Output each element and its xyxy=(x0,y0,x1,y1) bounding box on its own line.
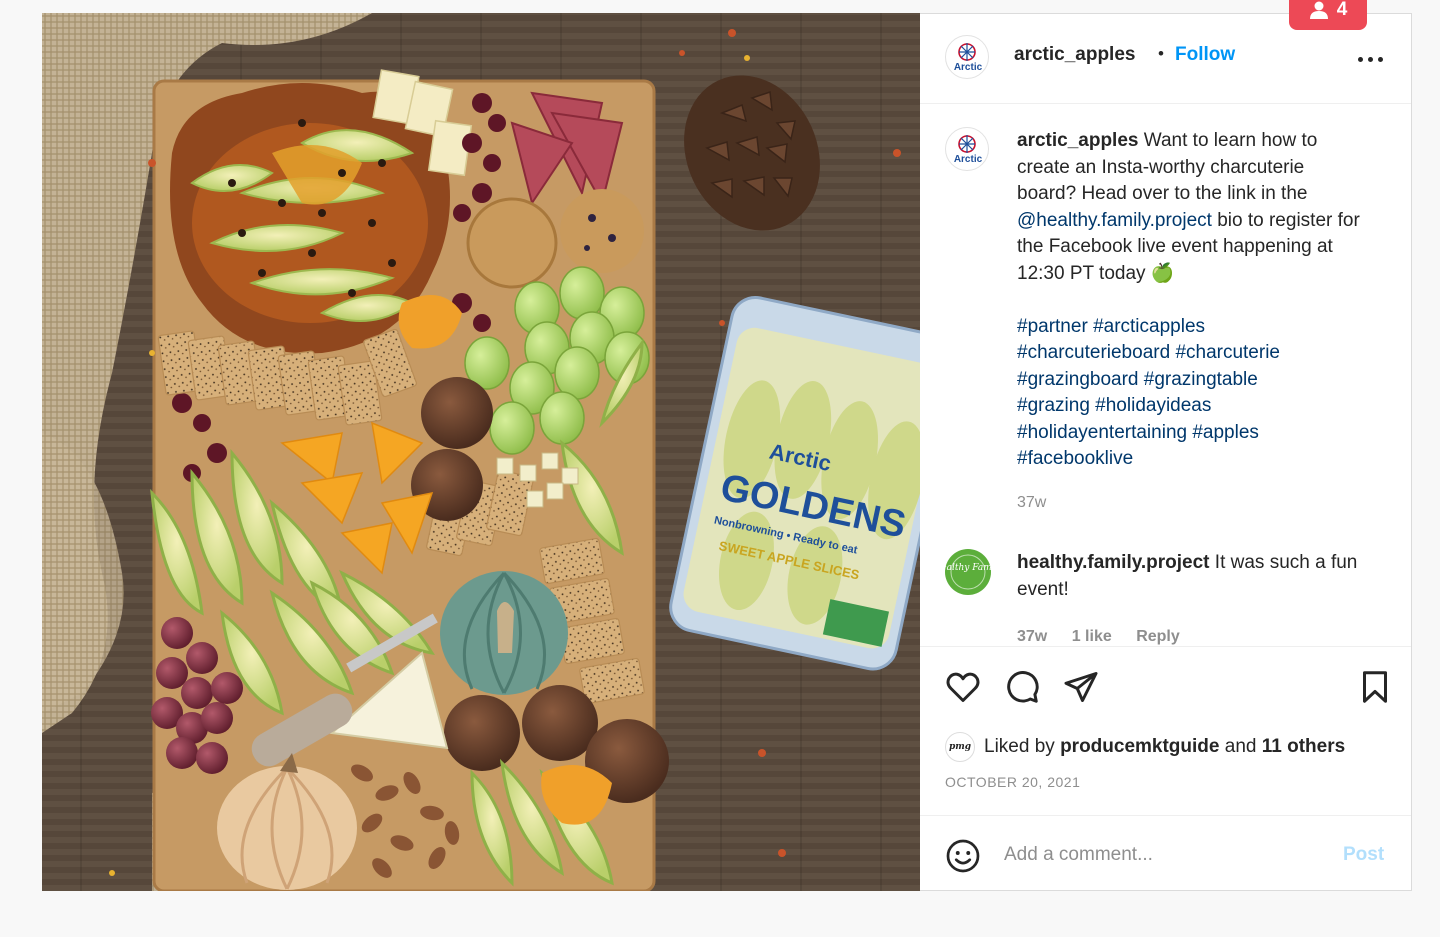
hashtag-link[interactable]: #charcuterie xyxy=(1175,342,1280,363)
hashtag-link[interactable]: #facebooklive xyxy=(1017,448,1133,469)
notification-count: 4 xyxy=(1336,0,1348,20)
post-actions: pmg Liked by producemktguide and 11 othe… xyxy=(920,646,1411,817)
comment-meta: 37w 1 like Reply xyxy=(1017,628,1200,646)
commenter-avatar[interactable]: Healthy Family xyxy=(945,549,991,595)
hashtag-link[interactable]: #grazing xyxy=(1017,395,1090,416)
share-icon[interactable] xyxy=(1063,669,1099,705)
likes-prefix: Liked by xyxy=(984,736,1055,757)
comment-likes[interactable]: 1 like xyxy=(1072,628,1112,645)
arctic-logo-icon: Arctic xyxy=(954,43,983,73)
svg-text:Healthy Family: Healthy Family xyxy=(945,563,991,573)
comment-input[interactable] xyxy=(1002,836,1326,874)
caption-hashtags: #partner #arcticapples #charcuterieboard… xyxy=(1017,314,1367,473)
hashtag-link[interactable]: #holidayideas xyxy=(1095,395,1211,416)
comment-icon[interactable] xyxy=(1004,669,1040,705)
post-photo[interactable]: Arctic GOLDENS Nonbrowning • Ready to ea… xyxy=(42,13,920,891)
hashtag-link[interactable]: #grazingtable xyxy=(1144,369,1258,390)
smiley-icon[interactable] xyxy=(945,838,981,874)
author-avatar[interactable]: Arctic xyxy=(945,35,989,79)
hashtag-link[interactable]: #partner xyxy=(1017,316,1088,337)
charcuterie-board-illustration: Arctic GOLDENS Nonbrowning • Ready to ea… xyxy=(42,13,920,891)
hashtag-link[interactable]: #holidayentertaining xyxy=(1017,422,1187,443)
liker-username[interactable]: producemktguide xyxy=(1060,736,1219,758)
post-date[interactable]: OCTOBER 20, 2021 xyxy=(945,774,1080,790)
notification-badge[interactable]: 4 xyxy=(1289,0,1367,30)
comment-reply-button[interactable]: Reply xyxy=(1136,628,1180,645)
post-detail-panel: Arctic arctic_apples • Follow Arctic arc… xyxy=(920,13,1412,891)
healthy-family-logo-icon: Healthy Family xyxy=(945,550,991,594)
hashtag-link[interactable]: #apples xyxy=(1192,422,1259,443)
hashtag-link[interactable]: #charcuterieboard xyxy=(1017,342,1170,363)
add-comment-bar: Post xyxy=(920,815,1411,892)
bookmark-icon[interactable] xyxy=(1357,669,1393,705)
user-icon xyxy=(1309,1,1328,19)
caption-avatar[interactable]: Arctic xyxy=(945,127,989,171)
comment-timestamp[interactable]: 37w xyxy=(1017,628,1047,645)
caption-mention-link[interactable]: @healthy.family.project xyxy=(1017,210,1212,231)
arctic-logo-icon: Arctic xyxy=(954,135,983,165)
liker-avatar[interactable]: pmg xyxy=(945,732,975,762)
hashtag-link[interactable]: #arcticapples xyxy=(1093,316,1205,337)
caption-timestamp[interactable]: 37w xyxy=(1017,494,1046,512)
follow-button[interactable]: Follow xyxy=(1175,44,1235,66)
likes-summary: pmg Liked by producemktguide and 11 othe… xyxy=(945,732,1345,762)
heart-icon[interactable] xyxy=(945,669,981,705)
comment: healthy.family.project It was such a fun… xyxy=(1017,550,1367,603)
svg-text:Arctic: Arctic xyxy=(954,154,983,165)
likes-conjunction: and xyxy=(1224,736,1257,757)
comments-section[interactable]: Arctic arctic_apples Want to learn how t… xyxy=(920,104,1411,646)
caption-username[interactable]: arctic_apples xyxy=(1017,130,1138,151)
post-caption: arctic_apples Want to learn how to creat… xyxy=(1017,128,1367,473)
green-apple-emoji: 🍏 xyxy=(1150,262,1175,284)
more-options-icon[interactable] xyxy=(1356,44,1386,74)
header-separator: • xyxy=(1158,44,1164,63)
commenter-username[interactable]: healthy.family.project xyxy=(1017,552,1210,573)
svg-text:Arctic: Arctic xyxy=(954,62,983,73)
hashtag-link[interactable]: #grazingboard xyxy=(1017,369,1138,390)
likes-others-link[interactable]: 11 others xyxy=(1262,736,1345,758)
author-username[interactable]: arctic_apples xyxy=(1014,44,1135,66)
post-comment-button[interactable]: Post xyxy=(1343,844,1384,866)
